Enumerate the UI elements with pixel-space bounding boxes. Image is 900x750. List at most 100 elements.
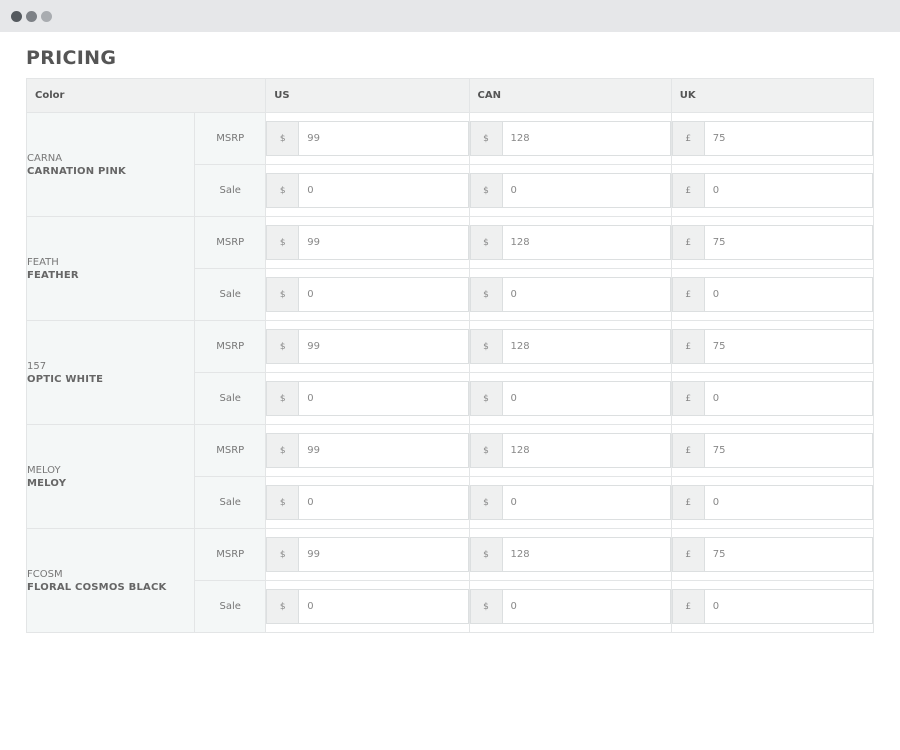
price-value[interactable]: 75 [705,226,872,259]
msrp-price-input-uk[interactable]: £75 [671,225,873,260]
price-value[interactable]: 0 [705,382,872,415]
price-value[interactable]: 0 [299,382,467,415]
price-type-label: MSRP [194,424,267,477]
sale-price-input-us[interactable]: $0 [266,381,469,416]
price-value[interactable]: 99 [299,538,467,571]
sale-price-input-can[interactable]: $0 [469,173,671,208]
msrp-price-input-uk[interactable]: £75 [671,121,873,156]
msrp-price-input-can[interactable]: $128 [469,433,671,468]
price-cell-uk: £0 [670,164,875,217]
msrp-price-input-can[interactable]: $128 [469,537,671,572]
sale-price-input-uk[interactable]: £0 [671,381,873,416]
price-value[interactable]: 128 [503,226,670,259]
price-value[interactable]: 0 [299,590,467,623]
price-value[interactable]: 0 [705,486,872,519]
price-type-label: MSRP [194,528,267,581]
price-value[interactable]: 0 [299,278,467,311]
msrp-price-input-can[interactable]: $128 [469,225,671,260]
sale-price-input-us[interactable]: $0 [266,277,469,312]
price-cell-can: $0 [468,372,672,425]
msrp-price-input-us[interactable]: $99 [266,329,469,364]
currency-symbol: $ [267,122,300,155]
price-value[interactable]: 99 [299,226,467,259]
price-type-label: MSRP [194,320,267,373]
price-value[interactable]: 0 [299,486,467,519]
msrp-price-input-uk[interactable]: £75 [671,433,873,468]
currency-symbol: $ [470,590,503,623]
sale-price-input-uk[interactable]: £0 [671,173,873,208]
msrp-price-input-us[interactable]: $99 [266,537,469,572]
sale-price-input-us[interactable]: $0 [266,589,469,624]
price-cell-us: $99 [265,216,470,269]
currency-symbol: £ [672,278,705,311]
window-maximize-dot[interactable] [41,11,52,22]
color-name: CARNATION PINK [27,165,126,177]
price-value[interactable]: 75 [705,538,872,571]
window-minimize-dot[interactable] [26,11,37,22]
price-cell-us: $0 [265,372,470,425]
sale-price-input-can[interactable]: $0 [469,381,671,416]
price-cell-uk: £0 [670,476,875,529]
color-cell: CARNA CARNATION PINK [25,112,196,217]
price-value[interactable]: 0 [299,174,467,207]
price-value[interactable]: 75 [705,122,872,155]
price-value[interactable]: 0 [503,278,670,311]
sale-price-input-us[interactable]: $0 [266,485,469,520]
price-cell-can: $0 [468,268,672,321]
price-cell-uk: £75 [670,424,875,477]
currency-symbol: $ [470,538,503,571]
msrp-price-input-us[interactable]: $99 [266,225,469,260]
price-value[interactable]: 0 [705,278,872,311]
table-row: 157 OPTIC WHITE MSRP $99 $128 £75 [25,320,875,425]
price-value[interactable]: 128 [503,538,670,571]
msrp-price-input-can[interactable]: $128 [469,329,671,364]
sale-price-input-can[interactable]: $0 [469,589,671,624]
window-close-dot[interactable] [11,11,22,22]
msrp-price-input-us[interactable]: $99 [266,121,469,156]
currency-symbol: $ [267,278,300,311]
color-code: FCOSM [27,568,63,580]
price-value[interactable]: 0 [705,590,872,623]
msrp-price-input-uk[interactable]: £75 [671,329,873,364]
price-cell-us: $99 [265,112,470,165]
currency-symbol: $ [267,382,300,415]
color-code: MELOY [27,464,61,476]
currency-symbol: £ [672,330,705,363]
price-value[interactable]: 128 [503,434,670,467]
price-cell-uk: £75 [670,320,875,373]
currency-symbol: £ [672,434,705,467]
currency-symbol: $ [470,486,503,519]
price-value[interactable]: 0 [503,382,670,415]
price-cell-uk: £75 [670,112,875,165]
currency-symbol: $ [267,590,300,623]
sale-price-input-uk[interactable]: £0 [671,589,873,624]
price-value[interactable]: 99 [299,434,467,467]
msrp-price-input-us[interactable]: $99 [266,433,469,468]
price-value[interactable]: 0 [705,174,872,207]
price-value[interactable]: 0 [503,590,670,623]
price-value[interactable]: 0 [503,174,670,207]
price-value[interactable]: 75 [705,330,872,363]
msrp-price-input-uk[interactable]: £75 [671,537,873,572]
price-value[interactable]: 128 [503,330,670,363]
price-value[interactable]: 99 [299,330,467,363]
price-cell-can: $128 [468,528,672,581]
pricing-table: Color US CAN UK CARNA CARNATION PINK MSRP $… [25,78,875,633]
price-cell-uk: £75 [670,528,875,581]
price-type-label: Sale [194,476,267,529]
price-value[interactable]: 75 [705,434,872,467]
table-row: FCOSM FLORAL COSMOS BLACK MSRP $99 $128 £75 [25,528,875,633]
sale-price-input-can[interactable]: $0 [469,485,671,520]
sale-price-input-uk[interactable]: £0 [671,277,873,312]
price-type-label: Sale [194,268,267,321]
price-value[interactable]: 128 [503,122,670,155]
currency-symbol: $ [267,330,300,363]
price-value[interactable]: 0 [503,486,670,519]
price-cell-uk: £0 [670,268,875,321]
sale-price-input-us[interactable]: $0 [266,173,469,208]
sale-price-input-uk[interactable]: £0 [671,485,873,520]
price-value[interactable]: 99 [299,122,467,155]
msrp-price-input-can[interactable]: $128 [469,121,671,156]
currency-symbol: $ [267,538,300,571]
sale-price-input-can[interactable]: $0 [469,277,671,312]
